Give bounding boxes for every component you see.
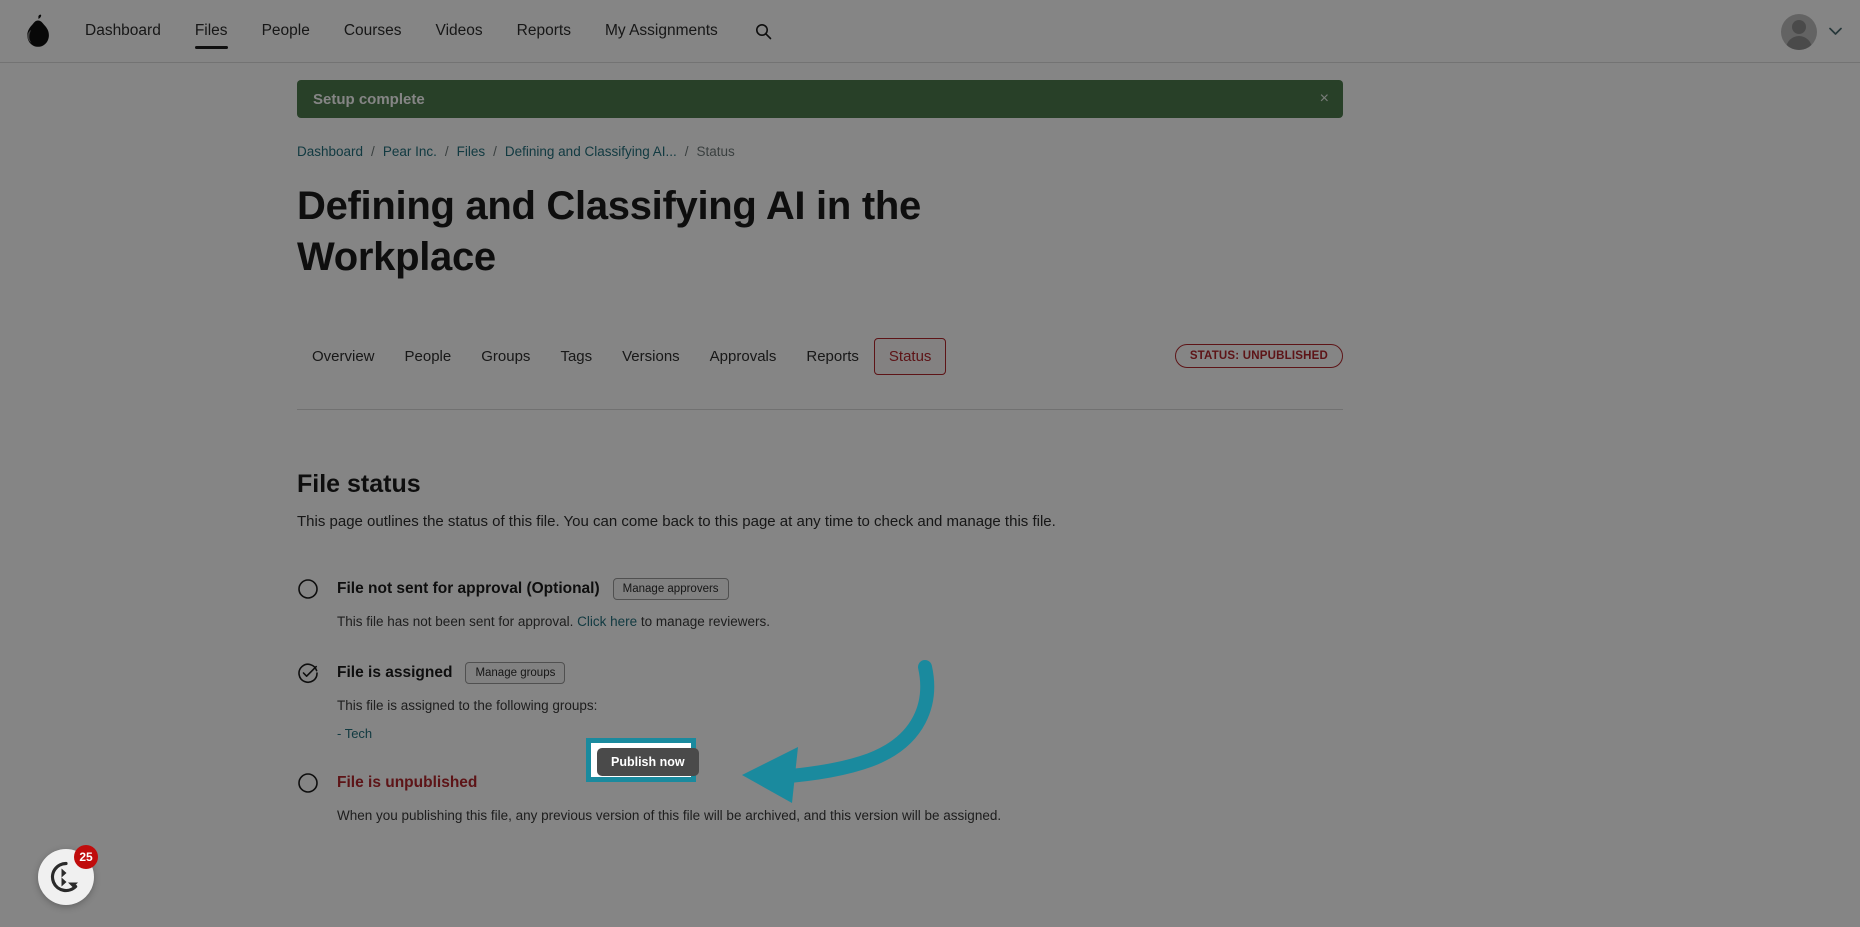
status-desc-before: This file has not been sent for approval… bbox=[337, 614, 578, 629]
tab-status[interactable]: Status bbox=[873, 337, 947, 375]
manage-approvers-button[interactable]: Manage approvers bbox=[612, 578, 729, 600]
breadcrumb: Dashboard / Pear Inc. / Files / Defining… bbox=[297, 144, 1343, 159]
nav-link-videos[interactable]: Videos bbox=[419, 0, 500, 63]
assigned-group-item: - Tech bbox=[337, 726, 373, 741]
breadcrumb-item-pear-inc[interactable]: Pear Inc. bbox=[383, 144, 437, 159]
pear-logo-icon[interactable] bbox=[8, 0, 68, 63]
search-icon[interactable] bbox=[749, 16, 779, 46]
nav-link-dashboard[interactable]: Dashboard bbox=[68, 0, 178, 63]
breadcrumb-item-files[interactable]: Files bbox=[457, 144, 486, 159]
status-badge: STATUS: UNPUBLISHED bbox=[1174, 344, 1343, 368]
tab-overview[interactable]: Overview bbox=[297, 338, 390, 375]
section-title: File status bbox=[297, 470, 421, 498]
status-item-description: This file has not been sent for approval… bbox=[337, 612, 1343, 631]
chevron-down-icon[interactable] bbox=[1829, 23, 1842, 41]
breadcrumb-item-status: Status bbox=[696, 144, 735, 159]
breadcrumb-separator: / bbox=[684, 144, 689, 159]
circle-empty-icon bbox=[297, 772, 323, 798]
nav-link-my-assignments[interactable]: My Assignments bbox=[588, 0, 735, 63]
status-item-label: File not sent for approval (Optional) bbox=[337, 580, 600, 597]
manage-groups-button[interactable]: Manage groups bbox=[465, 662, 566, 684]
nav-link-files[interactable]: Files bbox=[178, 0, 245, 63]
breadcrumb-item-file[interactable]: Defining and Classifying AI... bbox=[505, 144, 677, 159]
breadcrumb-item-dashboard[interactable]: Dashboard bbox=[297, 144, 363, 159]
tab-approvals[interactable]: Approvals bbox=[695, 338, 792, 375]
notification-badge: 25 bbox=[74, 845, 98, 869]
status-item-description: This file is assigned to the following g… bbox=[337, 698, 598, 713]
status-item-approval: File not sent for approval (Optional) Ma… bbox=[297, 578, 1343, 631]
circle-check-icon bbox=[297, 662, 323, 688]
close-icon[interactable]: × bbox=[1320, 91, 1329, 107]
avatar[interactable] bbox=[1781, 13, 1817, 50]
publish-now-button[interactable]: Publish now bbox=[597, 748, 699, 776]
tab-people[interactable]: People bbox=[390, 338, 467, 375]
banner-text: Setup complete bbox=[313, 90, 425, 108]
section-divider bbox=[297, 409, 1343, 410]
account-menu[interactable] bbox=[1781, 0, 1842, 63]
circle-empty-icon bbox=[297, 578, 323, 604]
help-widget[interactable]: 25 bbox=[38, 845, 98, 905]
status-item-assigned: File is assigned Manage groups This file… bbox=[297, 662, 1343, 741]
page-content: Setup complete × Dashboard / Pear Inc. /… bbox=[297, 63, 1563, 825]
app-root: Dashboard Files People Courses Videos Re… bbox=[0, 0, 1860, 927]
status-desc-after: to manage reviewers. bbox=[637, 614, 770, 629]
status-item-label: File is unpublished bbox=[337, 774, 478, 791]
nav-link-reports[interactable]: Reports bbox=[500, 0, 588, 63]
page-title: Defining and Classifying AI in the Workp… bbox=[297, 184, 921, 279]
tab-tags[interactable]: Tags bbox=[545, 338, 607, 375]
tab-versions[interactable]: Versions bbox=[607, 338, 695, 375]
file-tabs: Overview People Groups Tags Versions App… bbox=[297, 335, 1343, 377]
breadcrumb-separator: / bbox=[493, 144, 497, 159]
click-here-link[interactable]: Click here bbox=[577, 614, 637, 629]
publish-now-wrapper: Publish now bbox=[597, 748, 699, 776]
breadcrumb-separator: / bbox=[444, 144, 449, 159]
nav-link-people[interactable]: People bbox=[245, 0, 327, 63]
setup-complete-banner: Setup complete × bbox=[297, 80, 1343, 118]
status-item-label: File is assigned bbox=[337, 664, 453, 681]
tab-reports[interactable]: Reports bbox=[791, 338, 874, 375]
top-navigation-bar: Dashboard Files People Courses Videos Re… bbox=[0, 0, 1860, 63]
section-subtitle: This page outlines the status of this fi… bbox=[297, 513, 1056, 530]
main-nav-links: Dashboard Files People Courses Videos Re… bbox=[68, 0, 735, 63]
breadcrumb-separator: / bbox=[371, 144, 375, 159]
status-item-description: When you publishing this file, any previ… bbox=[337, 808, 1002, 823]
nav-link-courses[interactable]: Courses bbox=[327, 0, 419, 63]
status-list: File not sent for approval (Optional) Ma… bbox=[297, 578, 1343, 825]
tab-groups[interactable]: Groups bbox=[466, 338, 545, 375]
status-item-unpublished: File is unpublished When you publishing … bbox=[297, 772, 1343, 825]
